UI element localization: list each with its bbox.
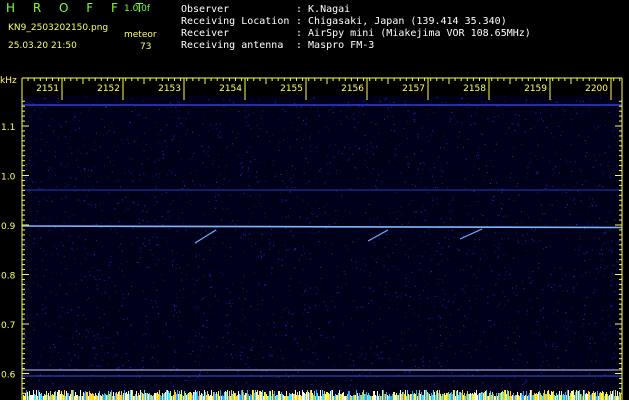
freq-tick-label: 0.9 bbox=[1, 222, 16, 232]
datetime-label: 25.03.20 21:50 bbox=[8, 41, 77, 51]
time-tick-label: 2155 bbox=[280, 84, 303, 94]
freq-tick-label: 1.1 bbox=[1, 123, 15, 133]
freq-tick-label: 1.0 bbox=[1, 173, 16, 183]
time-tick-label: 2152 bbox=[97, 84, 120, 94]
meteor-label: meteor bbox=[124, 30, 157, 40]
freq-tick-label: 0.8 bbox=[1, 272, 16, 282]
antenna-label: Receiving antenna bbox=[181, 40, 284, 51]
spectrogram-background bbox=[22, 96, 622, 400]
time-tick-label: 2156 bbox=[341, 84, 364, 94]
time-tick-label: 2158 bbox=[463, 84, 486, 94]
y-unit-label: kHz bbox=[0, 76, 17, 86]
receiver-label: Receiver bbox=[181, 28, 230, 39]
time-tick-label: 2200 bbox=[585, 84, 608, 94]
location-value: : Chigasaki, Japan (139.414 35.340) bbox=[296, 16, 507, 27]
receiver-value: : AirSpy mini (Miakejima VOR 108.65MHz) bbox=[296, 28, 531, 39]
time-tick-label: 2153 bbox=[158, 84, 181, 94]
time-tick-label: 2157 bbox=[402, 84, 425, 94]
version-label: 1.0.0f bbox=[124, 4, 151, 14]
freq-tick-label: 0.7 bbox=[1, 321, 15, 331]
meteor-count: 73 bbox=[140, 42, 152, 52]
antenna-value: : Maspro FM-3 bbox=[296, 40, 375, 51]
time-tick-label: 2159 bbox=[524, 84, 547, 94]
time-tick-label: 2151 bbox=[36, 84, 59, 94]
time-tick-label: 2154 bbox=[219, 84, 242, 94]
observer-label: Observer bbox=[181, 4, 230, 15]
filename-label: KN9_2503202150.png bbox=[8, 23, 109, 33]
location-label: Receiving Location bbox=[181, 16, 290, 27]
spectrogram-plot: kHz 2151 2152 2153 2154 2155 2156 2157 2158 2159… bbox=[0, 76, 623, 400]
freq-tick-label: 0.6 bbox=[1, 371, 16, 381]
observer-value: : K.Nagai bbox=[296, 4, 351, 15]
